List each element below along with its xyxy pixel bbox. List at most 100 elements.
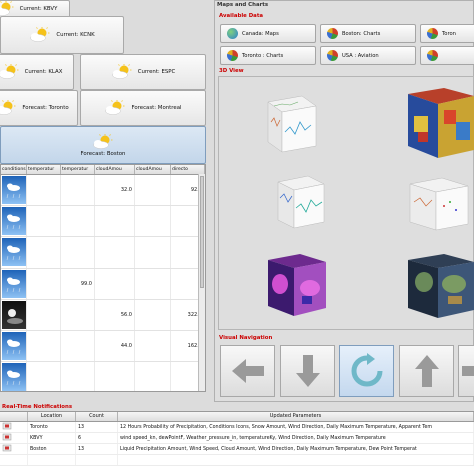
forecast-table: conditions temperatur temperatur cloudAmou c… [0, 164, 206, 392]
notifications-column-header[interactable] [0, 412, 28, 421]
column-header[interactable]: temperatur [27, 165, 61, 174]
weather-tab-2[interactable]: Current: KLAX [0, 54, 74, 90]
arrow-down-icon [295, 355, 320, 387]
data-button-1[interactable]: Boston: Charts [320, 24, 416, 43]
column-header[interactable]: conditions [1, 165, 27, 174]
nav-right-button[interactable] [458, 345, 474, 397]
visual-navigation-title: Visual Navigation [219, 335, 273, 341]
data-button-3[interactable]: Toronto : Charts [220, 46, 316, 65]
location-icon [2, 433, 12, 441]
day-weather-icon [1, 269, 26, 298]
weather-tab-label: Current: KCNK [56, 32, 95, 38]
table-cell [27, 237, 61, 268]
chart-icon [327, 28, 338, 39]
table-row[interactable] [1, 362, 205, 391]
map-cube-2[interactable] [266, 252, 328, 318]
nav-left-button[interactable] [220, 345, 275, 397]
table-cell [95, 206, 135, 237]
chart-cube-2-icon [277, 175, 325, 229]
weather-tab-4[interactable]: Forecast: Toronto [0, 90, 78, 126]
available-data-title: Available Data [219, 13, 264, 19]
table-cell: 56.0 [95, 299, 135, 330]
chart-cube-3-icon [409, 177, 469, 231]
notification-row[interactable] [0, 455, 474, 466]
table-cell [27, 175, 61, 206]
notifications-column-header[interactable]: Count [76, 412, 118, 421]
table-cell [61, 330, 95, 362]
day-weather-icon [1, 238, 26, 267]
weather-tab-label: Current: ESPC [137, 69, 176, 75]
column-header[interactable]: cloudAmou [95, 165, 135, 174]
table-cell [135, 330, 171, 362]
maps-and-charts-title: Maps and Charts [217, 2, 269, 8]
notifications-title: Real-Time Notifications [2, 404, 73, 410]
weather-tab-1[interactable]: Current: KCNK [0, 16, 124, 54]
notification-icon-cell [0, 422, 28, 432]
table-row[interactable]: 32.0 92.0 [1, 175, 205, 207]
data-button-0[interactable]: Canada: Maps [220, 24, 316, 43]
notification-params: Liquid Precipitation Amount, Wind Speed,… [118, 444, 474, 454]
weather-tab-label: Forecast: Montreal [131, 105, 182, 111]
table-cell: 44.0 [95, 330, 135, 362]
notification-row[interactable]: Boston 13 Liquid Precipitation Amount, Win… [0, 444, 474, 455]
table-row[interactable] [1, 206, 205, 238]
weather-tab-label: Forecast: Boston [80, 150, 126, 157]
chart-icon [427, 28, 438, 39]
notification-count: 13 [76, 444, 118, 454]
weather-tab-6[interactable]: Forecast: Boston [0, 126, 206, 164]
table-cell: 32.0 [95, 175, 135, 206]
column-header[interactable]: cloudAmou [135, 165, 171, 174]
table-row[interactable]: 99.0 [1, 268, 205, 300]
chart-cube-1[interactable] [262, 92, 322, 156]
chart-icon [427, 50, 438, 61]
table-cell: 99.0 [61, 268, 95, 299]
notifications-table: Location Count Updated Parameters Toronto 1… [0, 411, 474, 474]
location-icon [2, 422, 12, 430]
nav-rotate-button[interactable] [339, 345, 394, 397]
data-button-4[interactable]: USA : Aviation [320, 46, 416, 65]
arrow-right-icon [461, 366, 474, 376]
notification-location: Boston [28, 444, 76, 454]
table-cell [135, 175, 171, 206]
column-header[interactable]: directo [171, 165, 205, 174]
table-row[interactable] [1, 237, 205, 269]
map-cube-1[interactable] [404, 86, 474, 160]
notifications-header: Location Count Updated Parameters [0, 412, 474, 422]
table-row[interactable]: 44.0 162.0 [1, 330, 205, 363]
table-scrollbar[interactable] [198, 174, 205, 391]
partly-cloudy-icon [0, 64, 19, 79]
data-button-2[interactable]: Toron [420, 24, 474, 43]
data-button-label: Canada: Maps [242, 30, 279, 37]
notification-location: KBVY [28, 433, 76, 443]
notifications-column-header[interactable]: Location [28, 412, 76, 421]
rotate-icon [351, 353, 382, 387]
chart-cube-2[interactable] [274, 174, 328, 230]
nav-down-button[interactable] [280, 345, 335, 397]
notifications-column-header[interactable]: Updated Parameters [118, 412, 474, 421]
nav-up-button[interactable] [399, 345, 454, 397]
table-cell [61, 175, 95, 206]
data-button-label: Boston: Charts [342, 30, 381, 37]
table-row[interactable]: 56.0 322.0 [1, 299, 205, 331]
location-icon [2, 444, 12, 452]
weather-tab-label: Current: KLAX [24, 69, 63, 75]
arrow-left-icon [231, 359, 264, 383]
partly-cloudy-icon [30, 27, 50, 42]
table-cell [135, 362, 171, 391]
weather-tab-label: Forecast: Toronto [22, 105, 69, 111]
day-weather-icon [1, 332, 26, 361]
condition-cell [1, 206, 27, 237]
condition-cell [1, 237, 27, 268]
notification-row[interactable]: KBVY 6 wind speed_kn, dewPointF, Weather_p… [0, 433, 474, 444]
table-cell [61, 237, 95, 268]
data-button-5[interactable] [420, 46, 474, 65]
weather-tab-3[interactable]: Current: ESPC [80, 54, 206, 90]
chart-icon [227, 50, 238, 61]
chart-cube-3[interactable] [406, 176, 474, 232]
map-cube-3[interactable] [404, 252, 474, 320]
scroll-thumb[interactable] [200, 176, 204, 288]
column-header[interactable]: temperatur [61, 165, 95, 174]
notification-row[interactable]: Toronto 13 12 Hours Probability of Precipi… [0, 422, 474, 433]
weather-tab-5[interactable]: Forecast: Montreal [80, 90, 206, 126]
notification-location [28, 455, 76, 465]
